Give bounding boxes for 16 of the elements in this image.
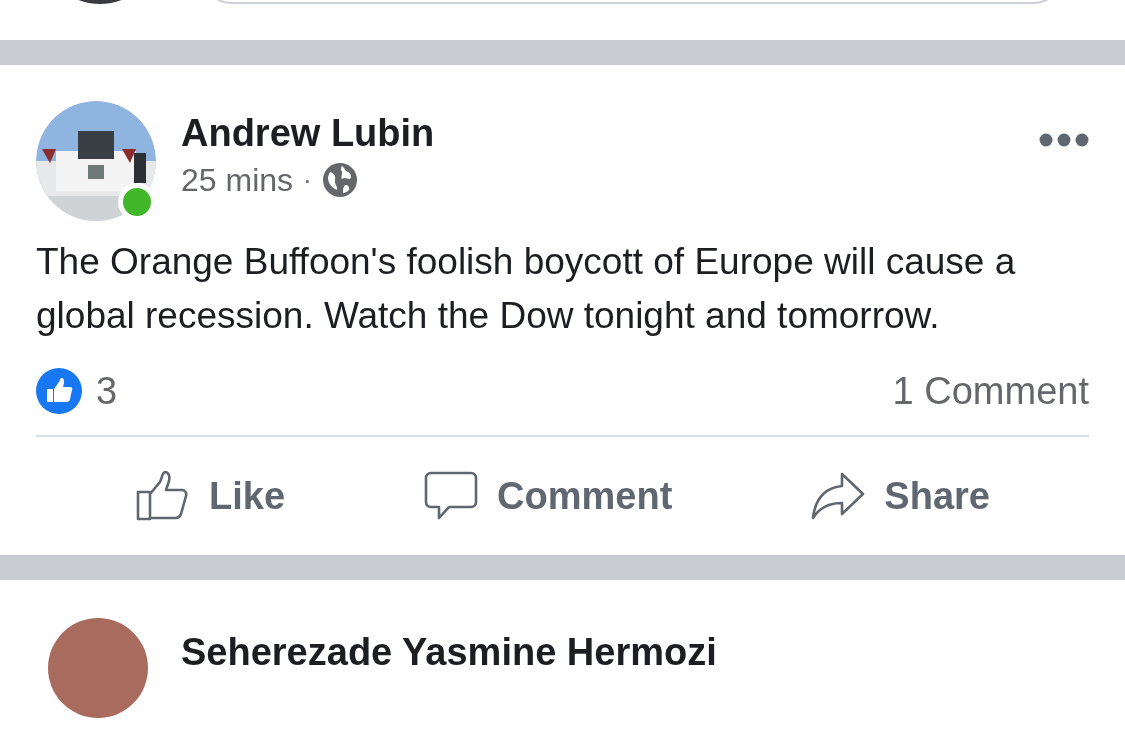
author-name[interactable]: Andrew Lubin (181, 109, 435, 157)
like-reaction-icon (36, 368, 82, 414)
author-name[interactable]: Seherezade Yasmine Hermozi (181, 624, 717, 681)
comment-count[interactable]: 1 Comment (892, 362, 1089, 420)
separator: · (303, 163, 312, 197)
more-options-icon[interactable] (1039, 133, 1089, 147)
post-text: The Orange Buffoon's foolish boycott of Europe will cause a global recession. Watch the Dow tonight and tomorrow. (36, 240, 1017, 338)
speech-bubble-icon (423, 470, 480, 522)
share-button[interactable]: Share (810, 467, 990, 525)
globe-icon (321, 162, 358, 198)
comment-button[interactable]: Comment (423, 467, 673, 525)
like-button[interactable]: Like (135, 467, 286, 525)
reaction-count[interactable]: 3 (96, 362, 118, 420)
share-arrow-icon (810, 470, 867, 522)
post-time: 25 mins (181, 161, 294, 200)
thumbs-up-icon (135, 470, 191, 522)
